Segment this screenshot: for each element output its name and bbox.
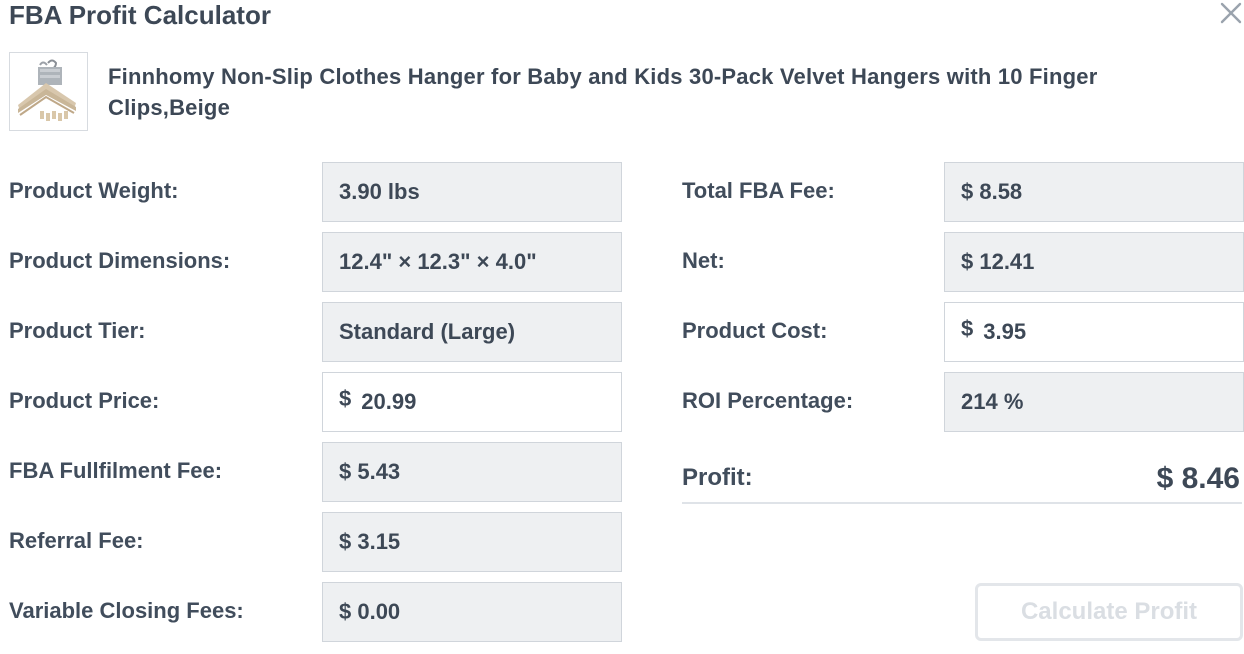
fba-fulfilment-fee-field: $ 5.43 xyxy=(322,442,622,502)
product-cost-input[interactable] xyxy=(983,319,1204,345)
total-fba-fee-field: $ 8.58 xyxy=(944,162,1244,222)
net-label: Net: xyxy=(682,248,725,273)
roi-percentage-value: 214 % xyxy=(961,389,1024,414)
product-dimensions-field: 12.4" × 12.3" × 4.0" xyxy=(322,232,622,292)
product-tier-field: Standard (Large) xyxy=(322,302,622,362)
product-price-label: Product Price: xyxy=(9,388,160,413)
product-weight-label: Product Weight: xyxy=(9,178,179,203)
total-fba-fee-label: Total FBA Fee: xyxy=(682,178,835,203)
profit-label: Profit: xyxy=(682,464,753,491)
net-value: $ 12.41 xyxy=(961,249,1035,274)
product-price-input[interactable] xyxy=(361,389,582,415)
profit-value: $ 8.46 xyxy=(1156,462,1240,495)
variable-closing-fees-value: $ 0.00 xyxy=(339,599,401,624)
product-thumbnail xyxy=(9,52,88,131)
variable-closing-fees-field: $ 0.00 xyxy=(322,582,622,642)
product-weight-value: 3.90 lbs xyxy=(339,179,420,204)
fba-fulfilment-fee-value: $ 5.43 xyxy=(339,459,401,484)
product-price-field[interactable]: $ xyxy=(322,372,622,432)
product-dimensions-label: Product Dimensions: xyxy=(9,248,231,273)
variable-closing-fees-label: Variable Closing Fees: xyxy=(9,598,244,623)
product-cost-field[interactable]: $ xyxy=(944,302,1244,362)
referral-fee-label: Referral Fee: xyxy=(9,528,144,553)
product-tier-label: Product Tier: xyxy=(9,318,146,343)
product-cost-label: Product Cost: xyxy=(682,318,828,343)
product-title[interactable]: Finnhomy Non-Slip Clothes Hanger for Bab… xyxy=(108,61,1218,123)
product-weight-field: 3.90 lbs xyxy=(322,162,622,222)
net-field: $ 12.41 xyxy=(944,232,1244,292)
referral-fee-field: $ 3.15 xyxy=(322,512,622,572)
close-icon[interactable] xyxy=(1218,0,1244,26)
roi-percentage-field: 214 % xyxy=(944,372,1244,432)
product-summary: Finnhomy Non-Slip Clothes Hanger for Bab… xyxy=(9,52,1239,132)
fba-profit-calculator-dialog: FBA Profit Calculator Finnhomy Non-Slip … xyxy=(0,0,1244,654)
product-cost-currency: $ xyxy=(961,316,974,341)
dialog-title: FBA Profit Calculator xyxy=(9,0,271,30)
profit-row: Profit: $ 8.46 xyxy=(682,460,1242,504)
calculate-profit-button[interactable]: Calculate Profit xyxy=(975,583,1243,641)
referral-fee-value: $ 3.15 xyxy=(339,529,401,554)
product-tier-value: Standard (Large) xyxy=(339,319,516,344)
product-price-currency: $ xyxy=(339,386,352,411)
fba-fulfilment-fee-label: FBA Fullfilment Fee: xyxy=(9,458,223,483)
roi-percentage-label: ROI Percentage: xyxy=(682,388,854,413)
product-dimensions-value: 12.4" × 12.3" × 4.0" xyxy=(339,249,537,274)
total-fba-fee-value: $ 8.58 xyxy=(961,179,1023,204)
